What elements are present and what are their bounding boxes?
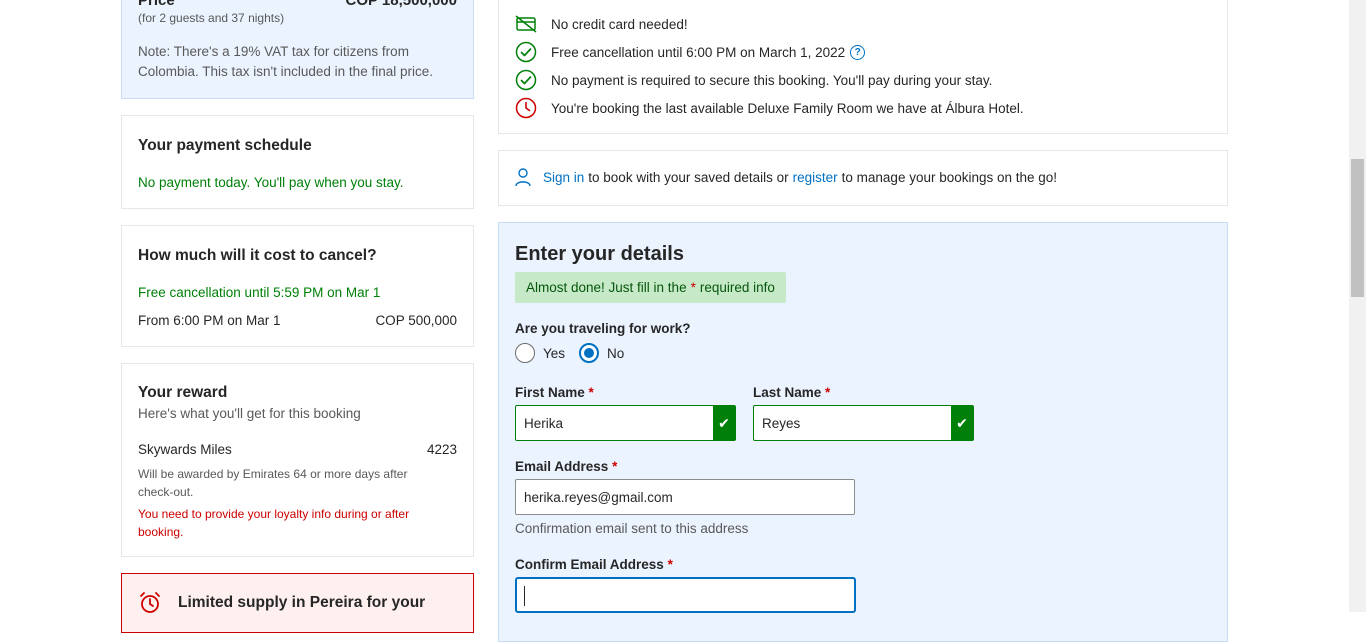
condition-row: Free cancellation until 6:00 PM on March… [515, 41, 866, 63]
register-link[interactable]: register [793, 170, 838, 185]
radio-work-no[interactable]: No [579, 343, 624, 363]
details-title: Enter your details [515, 243, 684, 265]
first-name-label: First Name * [515, 385, 594, 400]
condition-row: No credit card needed! [515, 13, 688, 35]
no-card-icon [515, 13, 537, 35]
clock-icon [515, 97, 537, 119]
email-helper-text: Confirmation email sent to this address [515, 521, 749, 536]
confirm-email-label-text: Confirm Email Address [515, 557, 664, 572]
radio-label: Yes [543, 345, 566, 361]
signin-text-middle: to book with your saved details or [588, 170, 789, 185]
check-circle-icon [515, 69, 537, 91]
last-name-input[interactable]: Reyes ✔ [753, 405, 974, 441]
signin-row: Sign in to book with your saved details … [515, 168, 1057, 187]
cancel-cost-card: How much will it cost to cancel? Free ca… [121, 225, 474, 347]
required-star: * [612, 459, 618, 474]
reward-subtitle: Here's what you'll get for this booking [138, 406, 361, 421]
first-name-input[interactable]: Herika ✔ [515, 405, 736, 441]
valid-check-icon: ✔ [951, 406, 973, 440]
text-caret [524, 586, 525, 606]
payment-schedule-text: No payment today. You'll pay when you st… [138, 175, 404, 190]
last-name-label-text: Last Name [753, 385, 822, 400]
condition-text: No credit card needed! [551, 16, 688, 32]
limited-supply-title: Limited supply in Pereira for your [178, 594, 426, 611]
work-travel-question: Are you traveling for work? [515, 321, 691, 336]
reward-card: Your reward Here's what you'll get for t… [121, 363, 474, 557]
limited-supply-card: Limited supply in Pereira for your [121, 573, 474, 633]
page-scrollbar[interactable] [1349, 0, 1366, 612]
help-icon[interactable]: ? [850, 44, 866, 60]
free-cancellation-text: Free cancellation until 5:59 PM on Mar 1 [138, 285, 381, 300]
condition-row: No payment is required to secure this bo… [515, 69, 992, 91]
signin-link[interactable]: Sign in [543, 170, 584, 185]
condition-row: You're booking the last available Deluxe… [515, 97, 1024, 119]
condition-text: Free cancellation until 6:00 PM on March… [551, 44, 846, 60]
first-name-value[interactable]: Herika [516, 416, 713, 431]
condition-text: No payment is required to secure this bo… [551, 72, 993, 88]
vat-note: Note: There's a 19% VAT tax for citizens… [138, 44, 433, 79]
radio-circle-checked[interactable] [579, 343, 599, 363]
payment-schedule-card: Your payment schedule No payment today. … [121, 115, 474, 209]
reward-item-value: 4223 [426, 442, 457, 457]
email-value[interactable]: herika.reyes@gmail.com [516, 490, 673, 505]
user-icon [515, 168, 531, 187]
required-star: * [825, 385, 831, 400]
loyalty-info-warning: You need to provide your loyalty info du… [138, 507, 410, 539]
radio-label: No [607, 345, 625, 361]
last-name-label: Last Name * [753, 385, 830, 400]
email-input[interactable]: herika.reyes@gmail.com [515, 479, 855, 515]
signin-text-end: to manage your bookings on the go! [841, 170, 1058, 185]
required-star: * [667, 557, 673, 572]
required-info-banner: Almost done! Just fill in the * required… [515, 272, 786, 303]
reward-title: Your reward [138, 384, 228, 401]
payment-schedule-title: Your payment schedule [138, 137, 312, 154]
radio-work-yes[interactable]: Yes [515, 343, 565, 363]
reward-item-label: Skywards Miles [138, 442, 232, 457]
radio-circle[interactable] [515, 343, 535, 363]
cancel-cost-title: How much will it cost to cancel? [138, 247, 377, 264]
reward-awarded-note: Will be awarded by Emirates 64 or more d… [138, 467, 408, 499]
alarm-clock-icon [138, 591, 162, 620]
last-name-value[interactable]: Reyes [754, 416, 951, 431]
enter-details-form: Enter your details Almost done! Just fil… [498, 222, 1228, 642]
banner-text-prefix: Almost done! Just fill in the [526, 280, 687, 295]
signin-banner: Sign in to book with your saved details … [498, 150, 1228, 206]
price-title: Price [138, 0, 175, 9]
cancel-from-label: From 6:00 PM on Mar 1 [138, 313, 281, 328]
email-label: Email Address * [515, 459, 617, 474]
valid-check-icon: ✔ [713, 406, 735, 440]
price-summary: Price COP 18,500,000 (for 2 guests and 3… [121, 0, 474, 99]
price-amount: COP 18,500,000 [345, 0, 457, 9]
banner-text-suffix: required info [699, 280, 775, 295]
booking-conditions: No credit card needed! Free cancellation… [498, 0, 1228, 134]
scrollbar-thumb[interactable] [1351, 159, 1364, 297]
email-label-text: Email Address [515, 459, 609, 474]
confirm-email-label: Confirm Email Address * [515, 557, 673, 572]
price-guests-nights: (for 2 guests and 37 nights) [138, 11, 285, 25]
confirm-email-input[interactable] [515, 577, 856, 613]
first-name-label-text: First Name [515, 385, 585, 400]
condition-text: You're booking the last available Deluxe… [551, 100, 1024, 116]
required-star: * [690, 280, 696, 295]
cancel-from-amount: COP 500,000 [375, 313, 457, 328]
check-circle-icon [515, 41, 537, 63]
required-star: * [588, 385, 594, 400]
